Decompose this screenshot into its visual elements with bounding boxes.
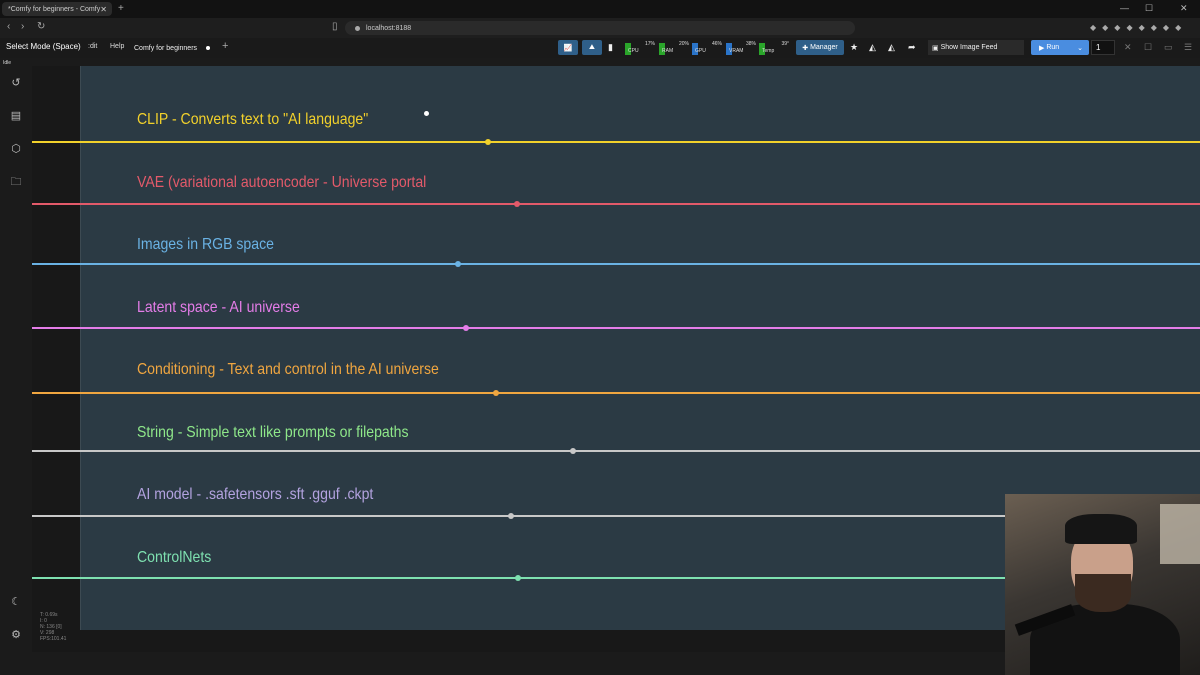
more-icon[interactable]: ☰ — [1184, 42, 1192, 53]
star-icon[interactable]: ★ — [850, 42, 858, 53]
link-wire[interactable] — [32, 138, 1200, 145]
left-sidebar: ↺ ▤ ⬡ 🗀 ☾ ⚙ — [0, 66, 32, 652]
monitor-icon: ⛰ — [589, 43, 595, 51]
webcam-overlay — [1005, 494, 1200, 675]
link-midpoint-dot[interactable] — [507, 512, 514, 519]
chevron-down-icon[interactable]: ⌄ — [1077, 44, 1083, 52]
link-midpoint-dot[interactable] — [492, 389, 499, 396]
workflow-tab-label: Comfy for beginners — [134, 44, 198, 52]
presenter-beard — [1075, 574, 1131, 612]
link-midpoint-dot[interactable] — [513, 200, 520, 207]
maximize-icon[interactable]: ☐ — [1145, 3, 1153, 14]
bottom-panel-icon[interactable]: ▭ — [1164, 42, 1173, 53]
wire-label: AI model - .safetensors .sft .gguf .ckpt — [137, 486, 374, 503]
batch-count-input[interactable]: 1 — [1091, 40, 1115, 55]
unsaved-indicator — [206, 46, 210, 50]
link-wire[interactable] — [32, 324, 1200, 331]
link-wire[interactable] — [32, 447, 1200, 454]
chart-toggle-button[interactable]: 📈 — [558, 40, 578, 55]
browser-nav-bar: ‹ › ↻ ▯ localhost:8188 ◆◆◆◆◆◆◆◆ — [0, 18, 1200, 38]
chart-icon: 📈 — [563, 44, 573, 52]
wire-label: String - Simple text like prompts or fil… — [137, 424, 409, 441]
wire-label: Conditioning - Text and control in the A… — [137, 361, 439, 378]
wire-label: CLIP - Converts text to "AI language" — [137, 111, 369, 128]
image-feed-icon: ▣ — [932, 44, 941, 52]
new-tab-button[interactable]: + — [118, 3, 124, 14]
bookmark-icon[interactable]: ▯ — [332, 21, 338, 32]
wire-label: Images in RGB space — [137, 236, 274, 253]
close-tab-icon[interactable]: ✕ — [100, 5, 107, 14]
url-bar[interactable]: localhost:8188 — [345, 21, 855, 35]
link-midpoint-dot[interactable] — [569, 447, 576, 454]
wire-label: Latent space - AI universe — [137, 299, 300, 316]
forward-icon[interactable]: › — [21, 21, 24, 32]
manager-button[interactable]: ✚ Manager — [796, 40, 844, 55]
share-icon[interactable]: ➦ — [908, 42, 916, 53]
vram-stat: VRAM 38% — [726, 40, 758, 55]
mouse-cursor — [424, 111, 429, 116]
browser-tab[interactable]: *Comfy for beginners - Comfy ✕ — [2, 2, 112, 16]
browser-tab-bar: *Comfy for beginners - Comfy ✕ + — ☐ ✕ — [0, 0, 1200, 18]
triangle-tool-icon[interactable]: ◭ — [869, 42, 876, 53]
link-midpoint-dot[interactable] — [455, 260, 462, 267]
folder-icon[interactable]: 🗀 — [9, 175, 23, 189]
extension-icons[interactable]: ◆◆◆◆◆◆◆◆ — [1090, 23, 1187, 32]
show-image-feed-button[interactable]: ▣ Show Image Feed — [928, 40, 1024, 55]
theme-toggle-icon[interactable]: ☾ — [9, 595, 23, 609]
tab-title: *Comfy for beginners - Comfy — [8, 5, 101, 13]
menu-edit[interactable]: :dit — [88, 43, 97, 50]
menu-help[interactable]: Help — [110, 43, 124, 50]
wire-label: VAE (variational autoencoder - Universe … — [137, 174, 427, 191]
perf-stats: T: 0.69s I: 0 N: 136 [0] V: 298 FPS:101.… — [40, 612, 67, 642]
select-mode-tooltip: Select Mode (Space) — [6, 42, 81, 51]
monitor-toggle-button[interactable]: ⛰ — [582, 40, 602, 55]
triangle-tool-2-icon[interactable]: ◭ — [888, 42, 895, 53]
minimize-icon[interactable]: — — [1120, 3, 1129, 13]
ram-stat: RAM 20% — [659, 40, 691, 55]
link-wire[interactable] — [32, 260, 1200, 267]
url-text: localhost:8188 — [366, 24, 412, 32]
add-workflow-button[interactable]: + — [222, 40, 228, 52]
settings-icon[interactable]: ⚙ — [9, 628, 23, 642]
background-window — [1160, 504, 1200, 564]
gpu-stat: GPU 46% — [692, 40, 724, 55]
queue-list-icon[interactable]: ▤ — [9, 109, 23, 123]
link-wire[interactable] — [32, 389, 1200, 396]
run-button[interactable]: ▶ Run ⌄ — [1031, 40, 1089, 55]
bookmark-tool-icon[interactable]: ▮ — [608, 42, 613, 53]
temp-stat: Temp 39° — [759, 40, 791, 55]
model-library-icon[interactable]: ⬡ — [9, 142, 23, 156]
site-info-icon — [355, 25, 360, 31]
presenter-cap — [1065, 514, 1137, 544]
link-midpoint-dot[interactable] — [514, 574, 521, 581]
link-wire[interactable] — [32, 200, 1200, 207]
reload-icon[interactable]: ↻ — [37, 21, 45, 32]
cpu-stat: CPU 17% — [625, 40, 657, 55]
history-icon[interactable]: ↺ — [9, 76, 23, 90]
queue-panel-icon[interactable]: ☐ — [1144, 42, 1152, 53]
play-icon: ▶ — [1039, 44, 1047, 52]
cancel-icon[interactable]: ✕ — [1124, 42, 1132, 53]
close-window-icon[interactable]: ✕ — [1180, 3, 1188, 14]
workflow-tab[interactable]: Comfy for beginners — [130, 41, 216, 55]
wire-label: ControlNets — [137, 549, 212, 566]
app-menu-bar: Select Mode (Space) :dit Help Comfy for … — [0, 38, 1200, 58]
back-icon[interactable]: ‹ — [7, 21, 10, 32]
link-midpoint-dot[interactable] — [484, 138, 491, 145]
puzzle-icon: ✚ — [802, 44, 811, 52]
